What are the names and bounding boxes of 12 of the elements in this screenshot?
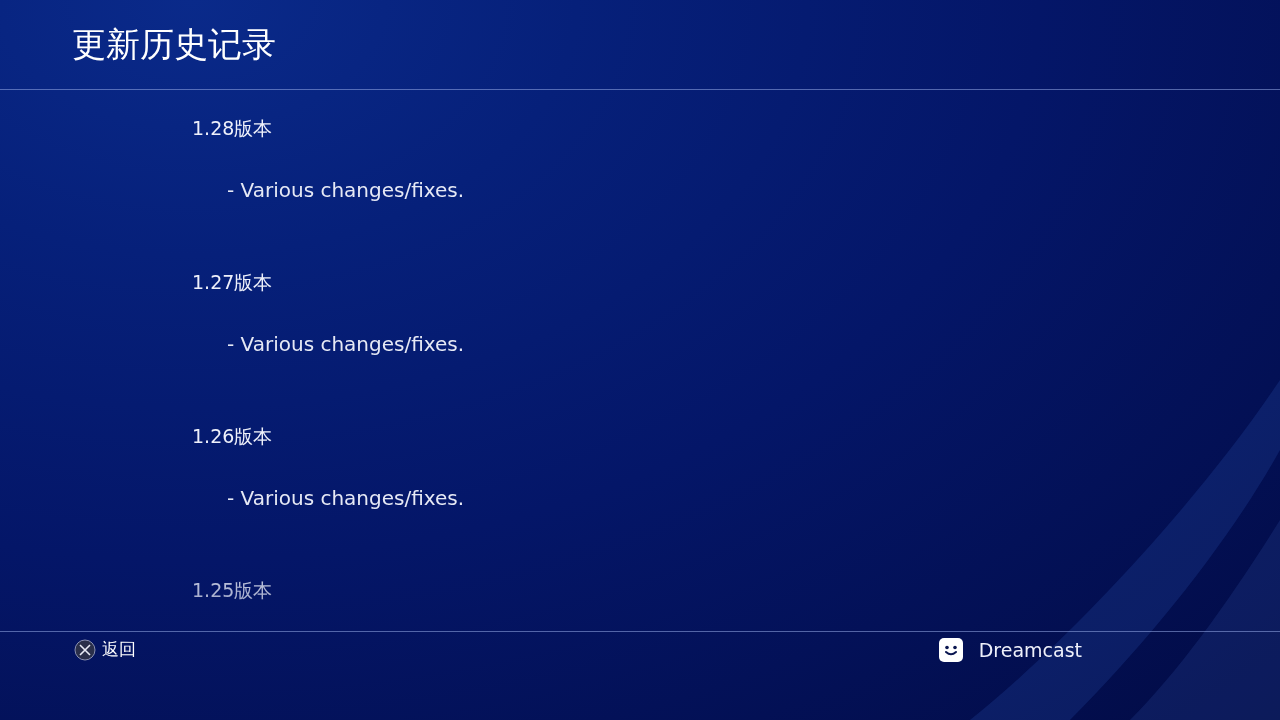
back-label[interactable]: 返回 xyxy=(102,638,136,661)
change-note: - Various changes/fixes. xyxy=(226,177,466,204)
version-heading: 1.26版本 xyxy=(192,424,274,449)
version-heading: 1.25版本 xyxy=(192,578,274,603)
page-title: 更新历史记录 xyxy=(72,22,276,66)
cross-button-icon xyxy=(74,638,96,661)
app-name: Dreamcast xyxy=(978,639,1082,661)
version-heading: 1.28版本 xyxy=(192,116,274,141)
change-note: - Various changes/fixes. xyxy=(226,331,466,358)
change-note: - Various changes/fixes. xyxy=(226,485,466,512)
version-heading: 1.27版本 xyxy=(192,270,274,295)
smiley-icon xyxy=(938,638,963,662)
